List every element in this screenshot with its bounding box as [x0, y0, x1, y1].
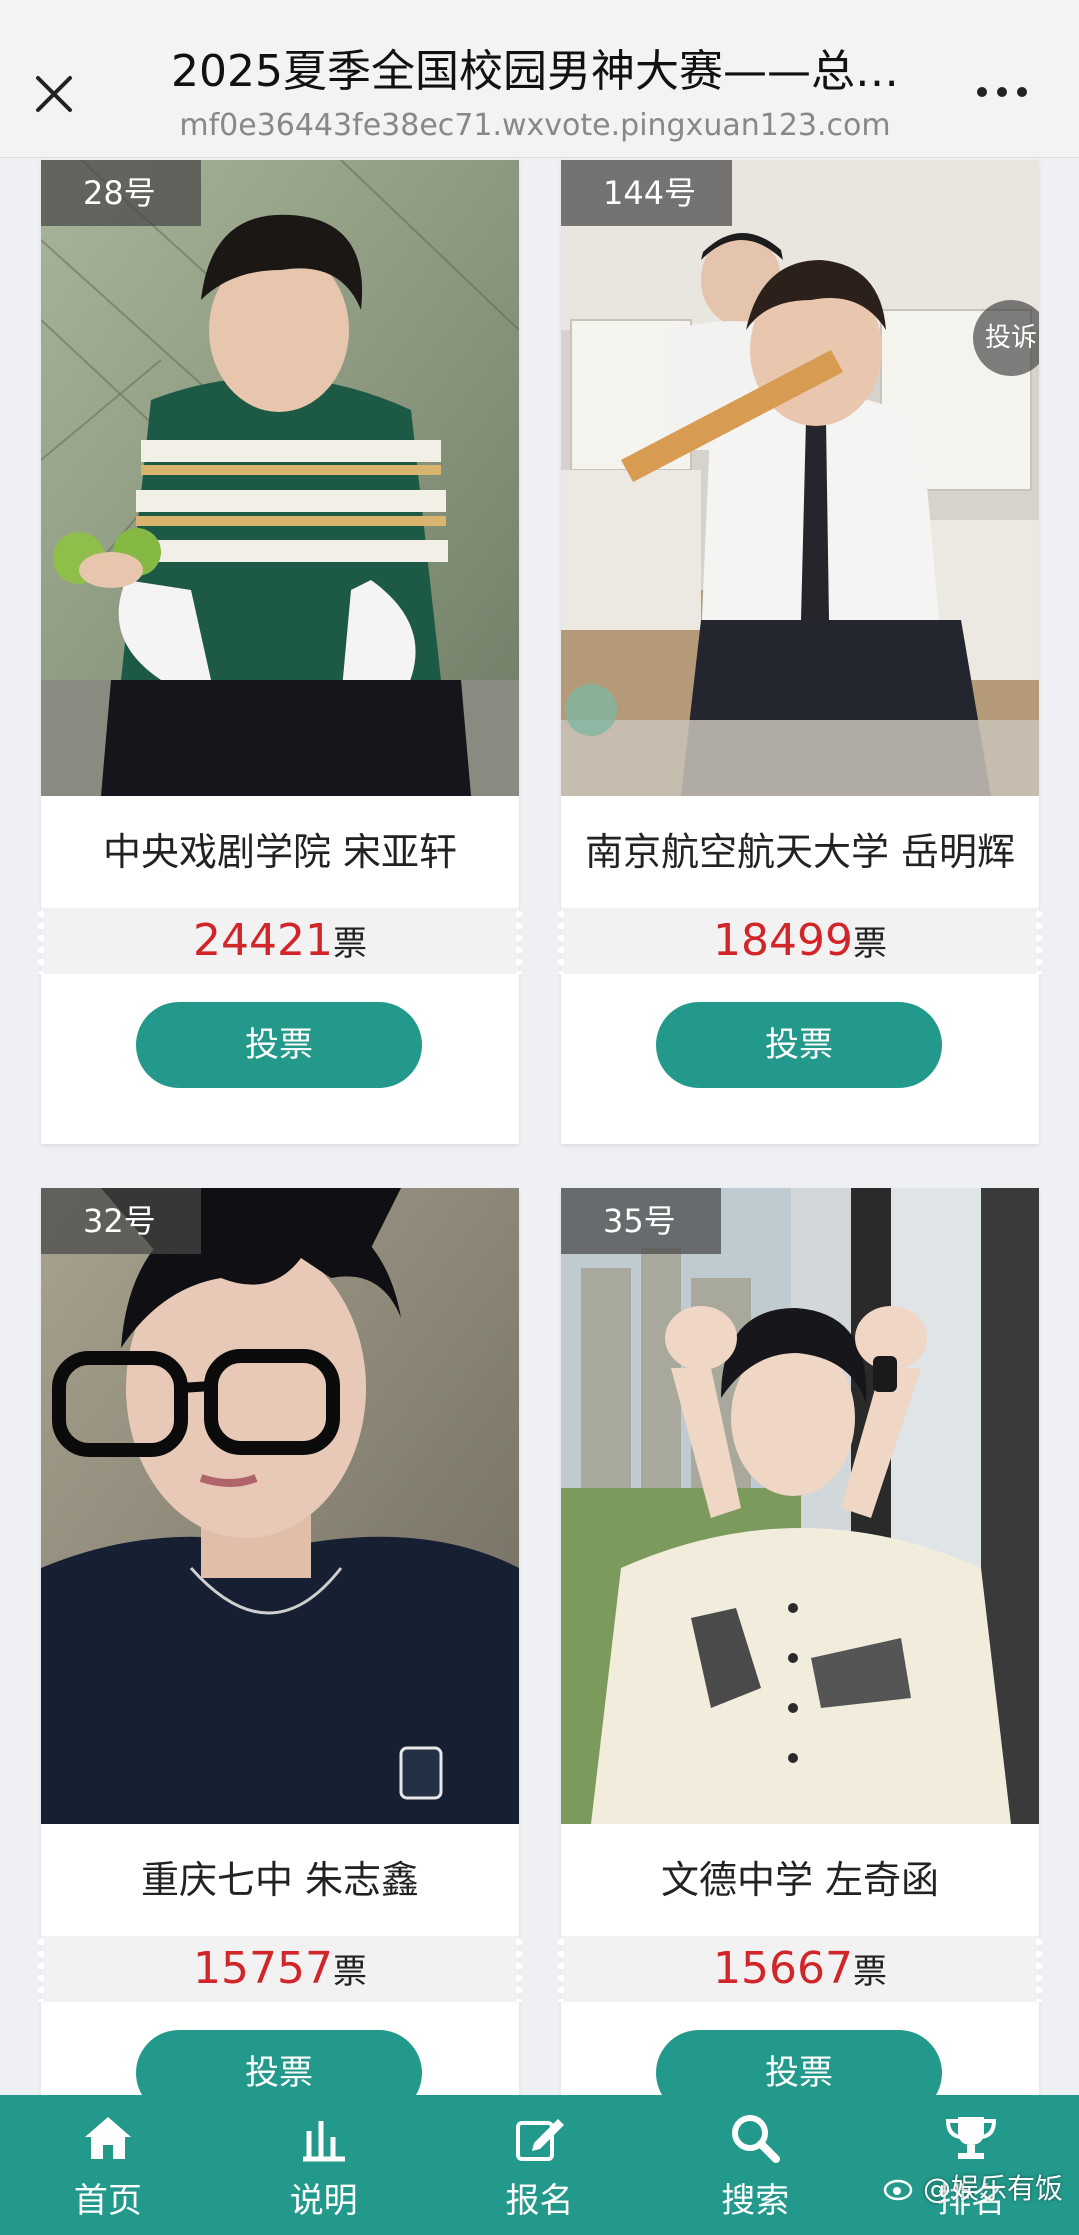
- vote-button[interactable]: 投票: [656, 2030, 942, 2095]
- vote-count-row: 15667票: [558, 1936, 1042, 2002]
- home-icon: [84, 2117, 131, 2159]
- vote-unit: 票: [852, 1952, 887, 1992]
- vote-unit: 票: [332, 924, 367, 964]
- nav-label: 说明: [289, 2181, 358, 2221]
- contestant-card: 28号 中央戏剧学院 宋亚轩 24421票 投票: [38, 160, 522, 1144]
- complain-button[interactable]: 投诉: [973, 300, 1039, 376]
- contestant-photo[interactable]: 28号: [41, 160, 519, 796]
- page-title: 2025夏季全国校园男神大赛——总…: [171, 46, 899, 97]
- nav-label: 报名: [505, 2181, 574, 2221]
- top-bar: 2025夏季全国校园男神大赛——总… mf0e36443fe38ec71.wxv…: [0, 0, 1079, 158]
- contestant-card: 144号 投诉 南京航空航天大学 岳明辉 18499票 投票: [558, 160, 1042, 1144]
- contestant-photo[interactable]: 144号 投诉: [561, 160, 1039, 796]
- header: 2025夏季全国校园男神大赛——总… mf0e36443fe38ec71.wxv…: [130, 42, 940, 148]
- vote-button[interactable]: 投票: [656, 1002, 942, 1088]
- nav-label: 首页: [73, 2181, 142, 2221]
- trophy-icon: [946, 2117, 997, 2159]
- contestant-name: 文德中学 左奇函: [660, 1858, 940, 1902]
- vote-count: 15757: [193, 1943, 333, 1994]
- nav-item-info[interactable]: 说明: [216, 2095, 432, 2235]
- vote-unit: 票: [852, 924, 887, 964]
- vote-unit: 票: [332, 1952, 367, 1992]
- more-dots-icon[interactable]: [972, 76, 1032, 108]
- vote-count-row: 18499票: [558, 908, 1042, 974]
- bottom-nav: 首页 说明 报名 搜索 排名 @娱乐有饭: [0, 2095, 1079, 2235]
- close-icon[interactable]: [28, 68, 80, 120]
- contestant-number: 28号: [41, 160, 201, 226]
- vote-button-area: 投票: [41, 974, 519, 1144]
- contestant-grid: 28号 中央戏剧学院 宋亚轩 24421票 投票 144号 投诉 南京航空航天大…: [0, 158, 1079, 2095]
- nav-item-search[interactable]: 搜索: [647, 2095, 863, 2235]
- watermark: @娱乐有饭: [883, 2167, 1063, 2207]
- vote-button-area: 投票: [41, 2002, 519, 2095]
- contestant-number: 144号: [561, 160, 733, 226]
- contestant-number: 32号: [41, 1188, 201, 1254]
- bar-chart-icon: [302, 2121, 345, 2162]
- watermark-text: @娱乐有饭: [922, 2172, 1063, 2205]
- vote-button-area: 投票: [561, 2002, 1039, 2095]
- vote-count: 15667: [713, 1943, 853, 1994]
- nav-item-home[interactable]: 首页: [0, 2095, 216, 2235]
- contestant-photo[interactable]: 35号: [561, 1188, 1039, 1824]
- contestant-name: 中央戏剧学院 宋亚轩: [102, 830, 458, 874]
- contestant-number: 35号: [561, 1188, 721, 1254]
- search-icon: [732, 2115, 781, 2163]
- contestant-card: 32号 重庆七中 朱志鑫 15757票 投票: [38, 1188, 522, 2095]
- vote-button[interactable]: 投票: [136, 1002, 422, 1088]
- page-url: mf0e36443fe38ec71.wxvote.pingxuan123.com: [179, 108, 891, 143]
- vote-count-row: 24421票: [38, 908, 522, 974]
- contestant-photo[interactable]: 32号: [41, 1188, 519, 1824]
- weibo-icon: [883, 2179, 913, 2201]
- vote-button[interactable]: 投票: [136, 2030, 422, 2095]
- nav-item-signup[interactable]: 报名: [432, 2095, 648, 2235]
- vote-count: 24421: [193, 915, 333, 966]
- edit-icon: [516, 2119, 565, 2161]
- vote-count: 18499: [713, 915, 853, 966]
- vote-count-row: 15757票: [38, 1936, 522, 2002]
- nav-item-ranking[interactable]: 排名: [863, 2095, 1079, 2235]
- vote-button-area: 投票: [561, 974, 1039, 1144]
- contestant-card: 35号 文德中学 左奇函 15667票 投票: [558, 1188, 1042, 2095]
- nav-label: 搜索: [721, 2181, 790, 2221]
- contestant-name: 南京航空航天大学 岳明辉: [584, 830, 1016, 874]
- contestant-name: 重庆七中 朱志鑫: [140, 1858, 420, 1902]
